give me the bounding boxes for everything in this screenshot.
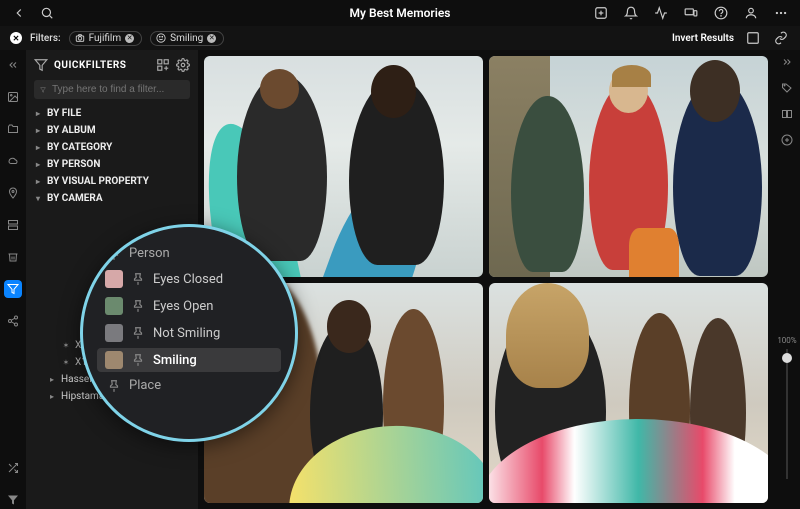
camera-icon xyxy=(75,33,85,43)
filter-search-field[interactable] xyxy=(52,84,184,95)
grid-add-icon[interactable] xyxy=(156,58,170,72)
callout-group-place[interactable]: Place xyxy=(97,375,281,396)
devices-icon[interactable] xyxy=(682,4,700,22)
link-icon[interactable] xyxy=(772,29,790,47)
invert-results-button[interactable]: Invert Results xyxy=(672,33,734,44)
pin-icon xyxy=(107,379,121,393)
callout-item-eyes-closed[interactable]: Eyes Closed xyxy=(97,267,281,291)
photo-tile[interactable] xyxy=(489,283,768,504)
pin-icon xyxy=(131,353,145,367)
callout-item-not-smiling[interactable]: Not Smiling xyxy=(97,321,281,345)
panel-title: QUICKFILTERS xyxy=(54,60,150,71)
rail-random-icon[interactable] xyxy=(4,459,22,477)
group-by-visual-property[interactable]: ▸BY VISUAL PROPERTY xyxy=(26,173,198,190)
search-icon[interactable] xyxy=(38,4,56,22)
top-bar: My Best Memories xyxy=(0,0,800,26)
filter-search-input[interactable] xyxy=(34,80,190,99)
gear-icon[interactable] xyxy=(176,58,190,72)
filter-bar: ✕ Filters: Fujifilm ✕ Smiling ✕ Invert R… xyxy=(0,26,800,50)
group-by-file[interactable]: ▸BY FILE xyxy=(26,105,198,122)
rail-pin-icon[interactable] xyxy=(4,184,22,202)
zoom-slider[interactable]: 100% xyxy=(777,336,796,509)
group-by-camera[interactable]: ▾BY CAMERA xyxy=(26,190,198,207)
zoom-percent: 100% xyxy=(777,336,796,345)
more-icon[interactable] xyxy=(772,4,790,22)
callout-group-person[interactable]: Person xyxy=(97,243,281,264)
page-title: My Best Memories xyxy=(350,6,451,20)
rail-trash-icon[interactable] xyxy=(4,248,22,266)
photo-tile[interactable] xyxy=(489,56,768,277)
group-by-album[interactable]: ▸BY ALBUM xyxy=(26,122,198,139)
filter-thumb xyxy=(105,270,123,288)
rail-drawer-icon[interactable] xyxy=(4,216,22,234)
filters-label: Filters: xyxy=(30,33,61,44)
rail-folder-icon[interactable] xyxy=(4,120,22,138)
rail-funnel-icon[interactable] xyxy=(4,491,22,509)
group-by-person[interactable]: ▸BY PERSON xyxy=(26,156,198,173)
chip-label: Fujifilm xyxy=(89,33,122,44)
right-strip: 100% xyxy=(774,50,800,509)
filter-thumb xyxy=(105,324,123,342)
filter-thumb xyxy=(105,351,123,369)
chip-remove-icon[interactable]: ✕ xyxy=(125,34,134,43)
smile-icon xyxy=(156,33,166,43)
filter-icon xyxy=(34,58,48,72)
pin-icon xyxy=(131,299,145,313)
maximize-icon[interactable] xyxy=(744,29,762,47)
left-icon-rail xyxy=(0,50,26,509)
collapse-rail-icon[interactable] xyxy=(4,56,22,74)
callout-header-label: Place xyxy=(129,378,161,393)
filter-chip-smiling[interactable]: Smiling ✕ xyxy=(150,31,224,46)
pin-icon xyxy=(131,326,145,340)
user-icon[interactable] xyxy=(742,4,760,22)
callout-item-smiling[interactable]: Smiling xyxy=(97,348,281,372)
tag-icon[interactable] xyxy=(781,82,793,94)
quickfilter-callout: Person Eyes Closed Eyes Open Not Smiling… xyxy=(80,224,298,442)
compare-icon[interactable] xyxy=(781,108,793,120)
rail-cloud-icon[interactable] xyxy=(4,152,22,170)
add-circle-icon[interactable] xyxy=(781,134,793,146)
chip-label: Smiling xyxy=(170,33,203,44)
filter-toggle-icon[interactable]: ✕ xyxy=(10,32,22,44)
callout-item-label: Eyes Closed xyxy=(153,272,223,287)
add-icon[interactable] xyxy=(592,4,610,22)
bell-icon[interactable] xyxy=(622,4,640,22)
callout-item-eyes-open[interactable]: Eyes Open xyxy=(97,294,281,318)
callout-item-label: Eyes Open xyxy=(153,299,213,314)
activity-icon[interactable] xyxy=(652,4,670,22)
rail-image-icon[interactable] xyxy=(4,88,22,106)
filter-thumb xyxy=(105,297,123,315)
chevron-left-icon[interactable] xyxy=(10,4,28,22)
group-by-category[interactable]: ▸BY CATEGORY xyxy=(26,139,198,156)
callout-item-label: Not Smiling xyxy=(153,326,220,341)
chip-remove-icon[interactable]: ✕ xyxy=(207,34,216,43)
pin-icon xyxy=(131,272,145,286)
rail-share-icon[interactable] xyxy=(4,312,22,330)
filter-small-icon xyxy=(40,85,46,95)
callout-item-label: Smiling xyxy=(153,353,197,368)
rail-filter-icon[interactable] xyxy=(4,280,22,298)
expand-right-icon[interactable] xyxy=(781,56,793,68)
help-icon[interactable] xyxy=(712,4,730,22)
callout-header-label: Person xyxy=(129,246,170,261)
filter-chip-fujifilm[interactable]: Fujifilm ✕ xyxy=(69,31,143,46)
